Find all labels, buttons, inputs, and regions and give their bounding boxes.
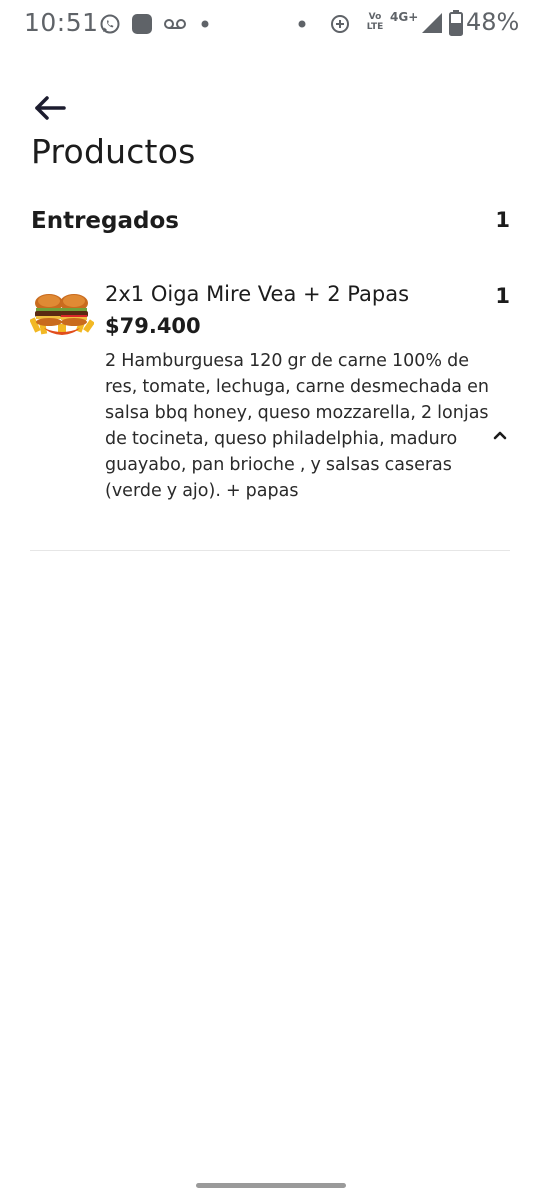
data-saver-icon <box>331 15 349 33</box>
status-time: 10:51 <box>24 8 99 37</box>
back-button[interactable] <box>30 88 70 128</box>
app-icon <box>132 14 152 34</box>
section-count: 1 <box>495 208 510 232</box>
dot-icon <box>298 20 306 28</box>
arrow-left-icon <box>35 96 66 120</box>
voicemail-icon <box>164 19 186 29</box>
whatsapp-icon <box>100 14 120 34</box>
product-item: 2x1 Oiga Mire Vea + 2 Papas 1 $79.400 2 … <box>30 276 510 551</box>
product-price: $79.400 <box>105 314 201 338</box>
product-description: 2 Hamburguesa 120 gr de carne 100% de re… <box>105 351 489 501</box>
volte-icon: Vo LTE <box>366 12 384 32</box>
signal-icon <box>422 13 442 33</box>
section-title: Entregados <box>31 208 179 234</box>
burger-image <box>30 294 94 335</box>
chevron-up-icon[interactable] <box>491 428 509 442</box>
dot-icon <box>201 20 209 28</box>
product-name: 2x1 Oiga Mire Vea + 2 Papas <box>105 282 410 306</box>
product-quantity: 1 <box>495 284 510 308</box>
home-indicator[interactable] <box>196 1183 346 1188</box>
battery-icon <box>449 10 463 36</box>
volte-top: Vo <box>368 12 382 22</box>
volte-bottom: LTE <box>366 22 384 32</box>
section-header: Entregados 1 <box>31 208 510 240</box>
network-type: 4G+ <box>390 10 419 24</box>
status-bar: 10:51 Vo LTE 4G+ 48% <box>0 0 540 48</box>
battery-percentage: 48% <box>466 8 520 36</box>
order-products-screen: 10:51 Vo LTE 4G+ 48% Productos Entregado… <box>0 0 540 1200</box>
page-title: Productos <box>31 132 196 171</box>
